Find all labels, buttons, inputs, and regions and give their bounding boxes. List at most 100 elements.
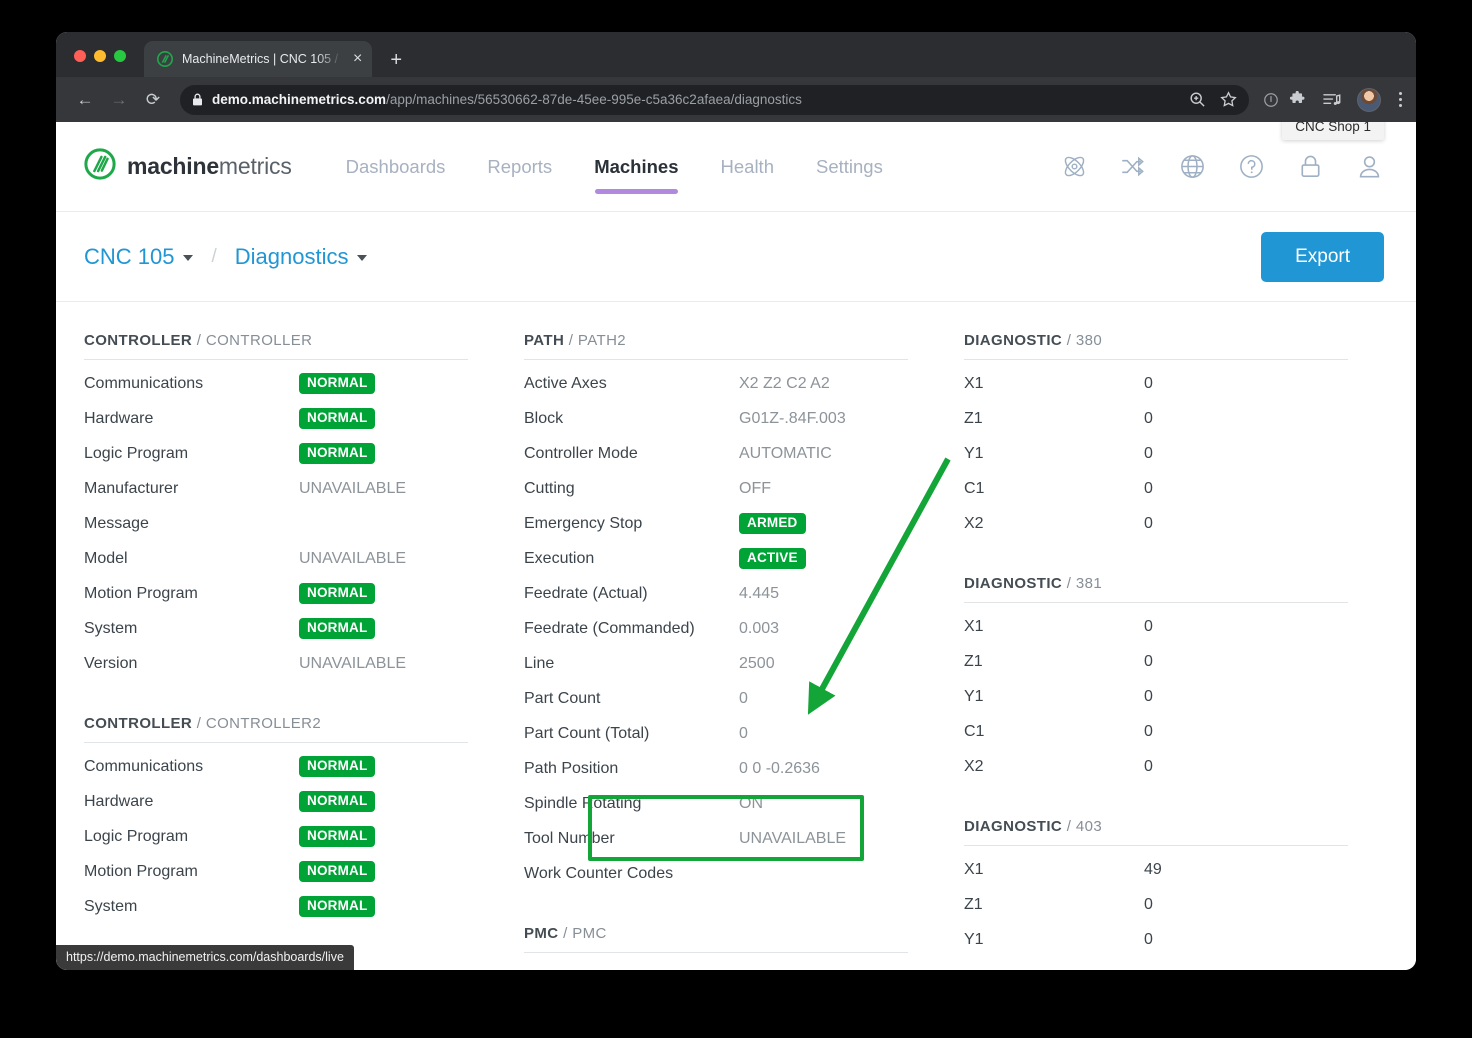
diagnostic-row-key: Y1 [964, 930, 984, 948]
atom-icon[interactable] [1060, 152, 1089, 181]
diagnostic-row-key: Hardware [84, 409, 154, 427]
diagnostic-row-key: C1 [964, 479, 985, 497]
breadcrumb-page[interactable]: Diagnostics [235, 244, 368, 270]
zoom-in-icon[interactable] [1189, 91, 1206, 108]
section-divider [524, 359, 908, 360]
diagnostic-row-key: Z1 [964, 409, 983, 427]
diagnostic-row: Communications NORMAL [84, 366, 468, 401]
app-header: machinemetrics Dashboards Reports Machin… [56, 122, 1416, 212]
diagnostic-row-value: NORMAL [299, 373, 376, 394]
diagnostic-row: Path Position 0 0 -0.2636 [524, 751, 908, 786]
diagnostic-row: Part Count (Total) 0 [524, 716, 908, 751]
nav-item-settings[interactable]: Settings [816, 122, 883, 211]
extensions-puzzle-icon[interactable] [1289, 91, 1306, 108]
diagnostic-row-value: NORMAL [299, 618, 376, 639]
nav-item-dashboards[interactable]: Dashboards [346, 122, 446, 211]
diagnostic-row-value: 0.003 [739, 619, 780, 637]
diagnostic-row: System NORMAL [84, 611, 468, 646]
omnibox-actions [1179, 91, 1237, 108]
lock-icon[interactable] [1296, 152, 1325, 181]
diagnostic-row-value: 0 [1144, 757, 1153, 775]
diagnostic-row: Part Count 0 [524, 681, 908, 716]
diagnostic-row-value: 0 [739, 689, 748, 707]
diagnostic-row-value: 0 [1144, 652, 1153, 670]
diagnostic-row: Block G01Z-.84F.003 [524, 401, 908, 436]
diagnostic-row-key: Part Count [524, 689, 601, 707]
diagnostic-row-value: OFF [739, 479, 771, 497]
diagnostic-row-value: 0 [739, 724, 748, 742]
diagnostic-row-key: Tool Number [524, 829, 615, 847]
diagnostic-row-key: X2 [964, 514, 984, 532]
breadcrumb-page-label: Diagnostics [234, 243, 349, 269]
diagnostic-row: Y1 0 [964, 436, 1348, 471]
diagnostic-section: DIAGNOSTIC / 381 X1 0 Z1 0 Y1 0 C1 0 X2 0 [964, 575, 1348, 784]
diagnostic-row-value: NORMAL [299, 443, 376, 464]
reload-button[interactable]: ⟳ [138, 85, 168, 115]
diagnostic-row-key: Feedrate (Commanded) [524, 619, 695, 637]
info-circle-icon[interactable] [1263, 92, 1279, 108]
section-title: DIAGNOSTIC / 380 [964, 332, 1348, 349]
diagnostic-row: Motion Program NORMAL [84, 854, 468, 889]
diagnostic-row: Tool Number UNAVAILABLE [524, 821, 908, 856]
browser-tab[interactable]: MachineMetrics | CNC 105 / Di × [144, 41, 373, 77]
brand-logo[interactable]: machinemetrics [84, 148, 292, 185]
breadcrumb-machine[interactable]: CNC 105 [84, 244, 194, 270]
section-title-bold: CONTROLLER [84, 715, 193, 732]
diagnostic-row: Z1 0 [964, 887, 1348, 922]
help-circle-icon[interactable] [1237, 152, 1266, 181]
main-navigation: Dashboards Reports Machines Health Setti… [346, 122, 883, 211]
diagnostic-row-value: NORMAL [299, 408, 376, 429]
browser-window: MachineMetrics | CNC 105 / Di × + ← → ⟳ … [56, 32, 1416, 970]
section-title-light: / PATH2 [564, 332, 627, 349]
diagnostic-row-value: NORMAL [299, 791, 376, 812]
url-text: demo.machinemetrics.com/app/machines/565… [212, 92, 802, 107]
new-tab-button[interactable]: + [390, 50, 402, 70]
status-badge: NORMAL [299, 443, 376, 464]
diagnostic-row-key: X1 [964, 374, 984, 392]
diagnostic-row-key: Work Counter Codes [524, 864, 674, 882]
close-window-button[interactable] [74, 50, 86, 62]
diagnostic-row: Y1 0 [964, 922, 1348, 957]
tab-strip: MachineMetrics | CNC 105 / Di × + [56, 32, 1416, 77]
diagnostic-row-value: ARMED [739, 513, 806, 534]
bookmark-star-icon[interactable] [1220, 91, 1237, 108]
section-title-bold: DIAGNOSTIC [964, 818, 1063, 835]
diagnostic-row-key: Feedrate (Actual) [524, 584, 648, 602]
diagnostic-row: X1 0 [964, 366, 1348, 401]
shuffle-icon[interactable] [1119, 152, 1148, 181]
close-tab-button[interactable]: × [353, 51, 362, 67]
diagnostic-row-value: 0 [1144, 722, 1153, 740]
diagnostic-row-key: Logic Program [84, 444, 189, 462]
minimize-window-button[interactable] [94, 50, 106, 62]
diagnostic-row: X2 0 [964, 506, 1348, 541]
diagnostic-row-value: 0 [1144, 895, 1153, 913]
globe-icon[interactable] [1178, 152, 1207, 181]
address-bar[interactable]: demo.machinemetrics.com/app/machines/565… [180, 84, 1249, 115]
diagnostic-row: X1 0 [964, 609, 1348, 644]
diagnostic-row-key: Path Position [524, 759, 619, 777]
nav-item-reports[interactable]: Reports [487, 122, 552, 211]
profile-avatar[interactable] [1357, 87, 1381, 112]
forward-button[interactable]: → [104, 85, 134, 115]
status-badge: NORMAL [299, 618, 376, 639]
kebab-menu-icon[interactable] [1399, 92, 1402, 107]
back-button[interactable]: ← [70, 85, 100, 115]
diagnostic-row: Manufacturer UNAVAILABLE [84, 471, 468, 506]
section-title: DIAGNOSTIC / 403 [964, 818, 1348, 835]
diagnostic-row-key: Version [84, 654, 138, 672]
diagnostic-section: DIAGNOSTIC / 403 X1 49 Z1 0 Y1 0 [964, 818, 1348, 957]
maximize-window-button[interactable] [114, 50, 126, 62]
diagnostic-row-key: Line [524, 654, 555, 672]
export-button[interactable]: Export [1261, 231, 1384, 282]
column-controller: CONTROLLER / CONTROLLER Communications NOR… [56, 332, 496, 970]
diagnostic-row-value: 4.445 [739, 584, 780, 602]
diagnostic-section: CONTROLLER / CONTROLLER Communications NOR… [84, 332, 468, 681]
nav-item-machines[interactable]: Machines [594, 122, 679, 211]
diagnostic-row: System NORMAL [84, 889, 468, 924]
media-playlist-icon[interactable] [1322, 91, 1341, 108]
breadcrumb-bar: CNC 105 / Diagnostics Export [56, 212, 1416, 302]
nav-item-health[interactable]: Health [721, 122, 774, 211]
diagnostic-row-value: 2500 [739, 654, 775, 672]
section-title: CONTROLLER / CONTROLLER [84, 332, 468, 349]
user-icon[interactable] [1355, 152, 1384, 181]
